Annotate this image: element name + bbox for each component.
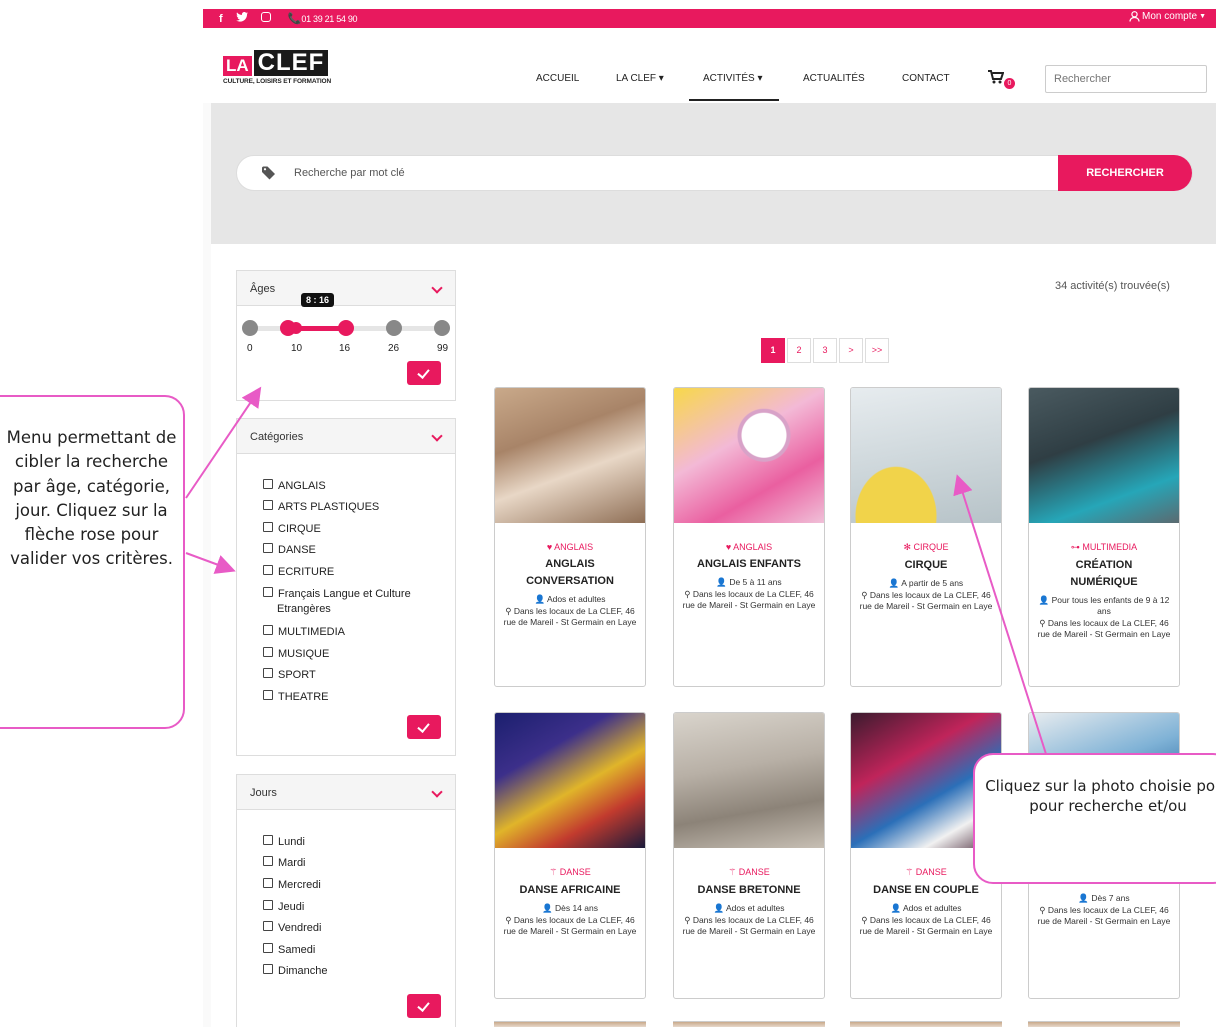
annotation-arrow-ages [185,386,262,499]
annotation-callout-filters: Menu permettant de cibler la recherche p… [0,395,185,729]
annotation-arrow-categories [185,552,236,574]
annotation-arrow-photo [953,474,1047,755]
annotation-callout-photo: Cliquez sur la photo choisie pour pour r… [973,753,1216,884]
screenshot: f 📞 01 39 21 54 90 Mon compte ▼ LA CLEF C… [0,0,1216,1027]
